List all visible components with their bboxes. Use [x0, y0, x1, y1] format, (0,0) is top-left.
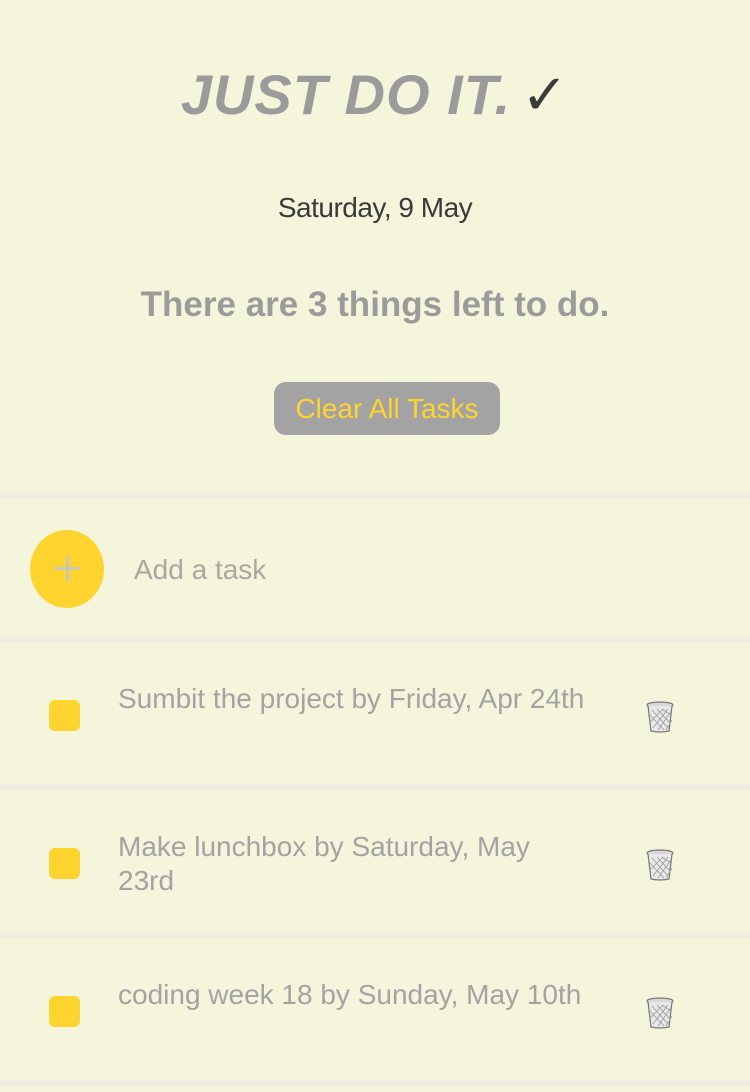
trash-icon[interactable]	[645, 997, 675, 1029]
add-task-button[interactable]	[30, 530, 104, 608]
app-title-text: JUST DO IT.	[180, 63, 512, 126]
add-task-input[interactable]: Add a task	[134, 553, 266, 587]
clear-all-tasks-button[interactable]: Clear All Tasks	[274, 382, 500, 435]
task-checkbox[interactable]	[49, 848, 80, 879]
check-mark-icon: ✓	[521, 63, 570, 128]
task-item: coding week 18 by Sunday, May 10th	[0, 938, 750, 1080]
task-text: Make lunchbox by Saturday, May 23rd	[118, 831, 530, 896]
task-checkbox[interactable]	[49, 996, 80, 1027]
divider	[0, 1080, 750, 1086]
task-text: Sumbit the project by Friday, Apr 24th	[118, 683, 585, 714]
app-title: JUST DO IT. ✓	[0, 62, 750, 129]
task-text: coding week 18 by Sunday, May 10th	[118, 979, 582, 1010]
add-task-row: Add a task	[0, 498, 750, 636]
tasks-remaining-text: There are 3 things left to do.	[140, 285, 610, 324]
task-item: Sumbit the project by Friday, Apr 24th	[0, 642, 750, 784]
trash-icon[interactable]	[645, 701, 675, 733]
task-checkbox[interactable]	[49, 700, 80, 731]
current-date: Saturday, 9 May	[277, 192, 473, 223]
trash-icon[interactable]	[645, 849, 675, 881]
task-item: Make lunchbox by Saturday, May 23rd	[0, 790, 750, 932]
header: JUST DO IT. ✓ Saturday, 9 May There are 3…	[0, 0, 750, 492]
